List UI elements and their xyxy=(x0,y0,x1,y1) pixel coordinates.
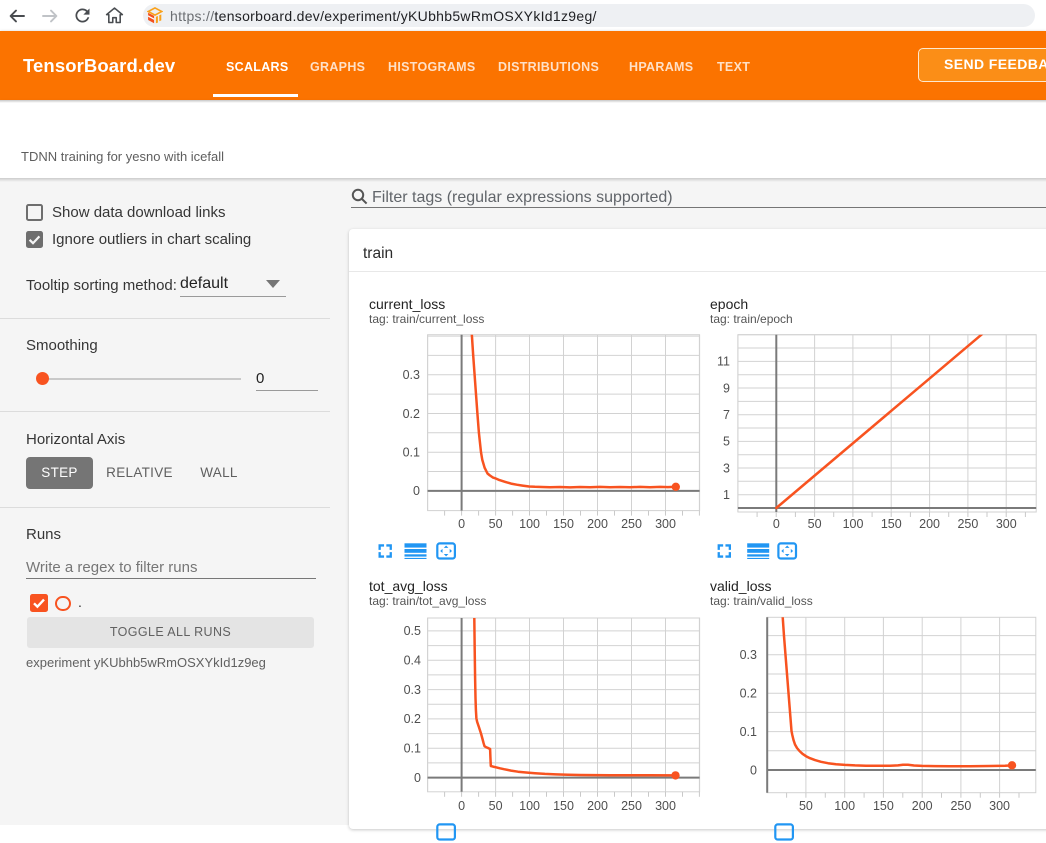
svg-text:0: 0 xyxy=(413,484,420,498)
svg-text:0: 0 xyxy=(458,799,465,813)
svg-text:11: 11 xyxy=(717,355,730,369)
svg-text:300: 300 xyxy=(655,517,676,531)
svg-text:0.1: 0.1 xyxy=(403,446,420,460)
svg-text:0.3: 0.3 xyxy=(404,683,421,697)
svg-text:0.3: 0.3 xyxy=(403,368,420,382)
svg-text:250: 250 xyxy=(957,517,978,531)
svg-text:200: 200 xyxy=(919,517,940,531)
svg-text:0.4: 0.4 xyxy=(404,654,421,668)
svg-text:250: 250 xyxy=(950,799,971,813)
svg-text:9: 9 xyxy=(723,381,730,395)
svg-text:150: 150 xyxy=(553,517,574,531)
svg-text:200: 200 xyxy=(912,799,933,813)
svg-text:0.2: 0.2 xyxy=(740,687,757,701)
svg-text:0: 0 xyxy=(458,517,465,531)
svg-text:50: 50 xyxy=(489,799,503,813)
svg-text:50: 50 xyxy=(808,517,822,531)
svg-text:100: 100 xyxy=(843,517,864,531)
svg-text:300: 300 xyxy=(996,517,1017,531)
svg-text:1: 1 xyxy=(723,488,730,502)
svg-text:150: 150 xyxy=(881,517,902,531)
svg-text:0.3: 0.3 xyxy=(740,648,757,662)
svg-text:200: 200 xyxy=(587,799,608,813)
svg-text:5: 5 xyxy=(723,435,730,449)
svg-text:3: 3 xyxy=(723,461,730,475)
svg-text:0: 0 xyxy=(750,763,757,777)
svg-text:0.5: 0.5 xyxy=(404,624,421,638)
svg-text:7: 7 xyxy=(723,408,730,422)
svg-text:50: 50 xyxy=(489,517,503,531)
svg-text:100: 100 xyxy=(834,799,855,813)
svg-text:100: 100 xyxy=(519,799,540,813)
svg-text:250: 250 xyxy=(621,517,642,531)
svg-text:150: 150 xyxy=(873,799,894,813)
svg-text:50: 50 xyxy=(799,799,813,813)
svg-text:300: 300 xyxy=(655,799,676,813)
svg-text:0.1: 0.1 xyxy=(740,725,757,739)
svg-text:300: 300 xyxy=(989,799,1010,813)
svg-text:100: 100 xyxy=(519,517,540,531)
svg-text:0.1: 0.1 xyxy=(404,742,421,756)
svg-text:150: 150 xyxy=(553,799,574,813)
svg-text:0: 0 xyxy=(414,771,421,785)
svg-text:0: 0 xyxy=(773,517,780,531)
svg-text:200: 200 xyxy=(587,517,608,531)
svg-text:0.2: 0.2 xyxy=(403,407,420,421)
svg-text:0.2: 0.2 xyxy=(404,712,421,726)
svg-text:250: 250 xyxy=(621,799,642,813)
